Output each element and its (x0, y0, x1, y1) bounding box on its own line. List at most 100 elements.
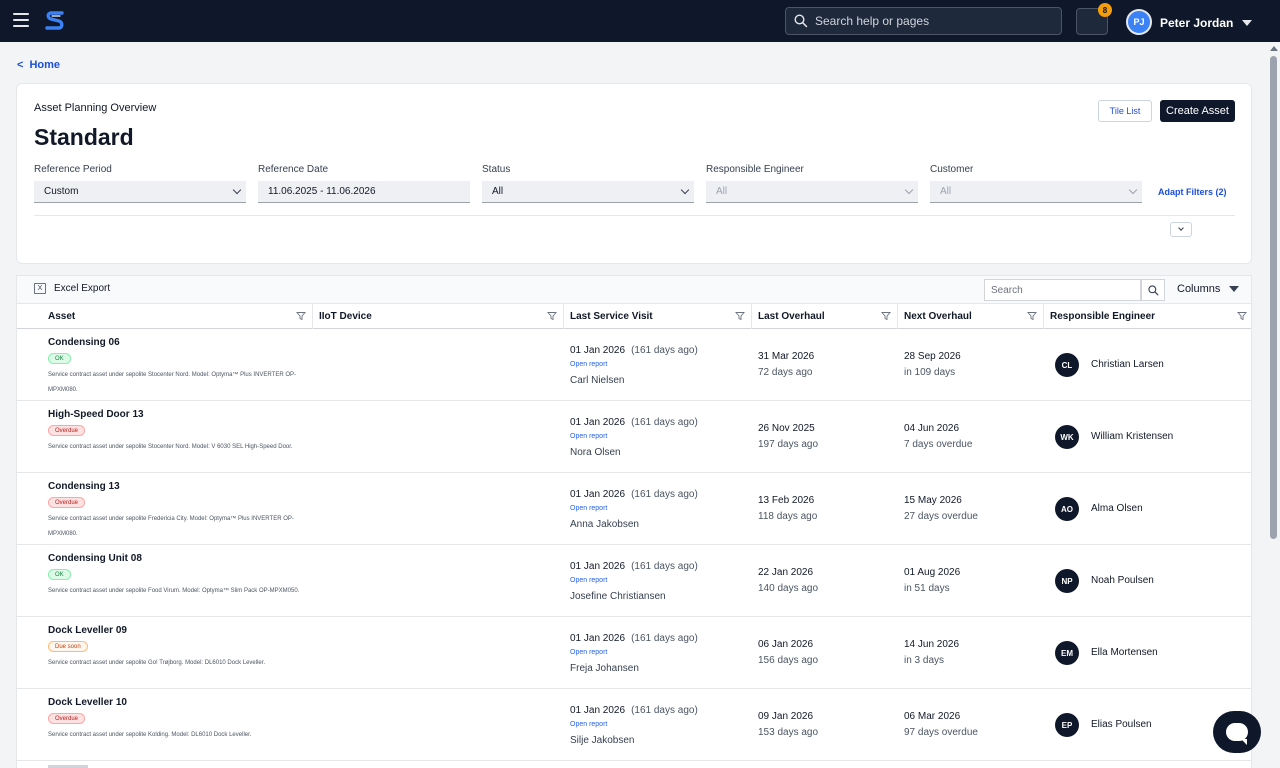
next-overhaul-date: 14 Jun 2026 (904, 639, 960, 650)
columns-label: Columns (1177, 283, 1221, 295)
open-report-link[interactable]: Open report (570, 721, 607, 728)
table-header: Asset IIoT Device Last Service Visit Las… (17, 304, 1251, 329)
service-person: Carl Nielsen (570, 375, 625, 386)
column-header-iiot-device[interactable]: IIoT Device (313, 304, 564, 329)
chevron-left-icon: < (17, 59, 24, 71)
column-header-next-overhaul[interactable]: Next Overhaul (898, 304, 1044, 329)
column-header-last-service-visit[interactable]: Last Service Visit (564, 304, 752, 329)
table-row[interactable]: Condensing 13 Overdue Service contract a… (17, 473, 1251, 545)
scroll-up-arrow-icon[interactable] (1270, 46, 1278, 51)
asset-name[interactable]: Condensing 13 (48, 481, 120, 492)
asset-name[interactable]: High-Speed Door 13 (48, 409, 144, 420)
filter-funnel-icon[interactable] (547, 311, 557, 321)
notification-count-badge: 8 (1098, 3, 1112, 17)
last-service-date: 01 Jan 2026 (161 days ago) (570, 705, 698, 716)
tile-list-button[interactable]: Tile List (1098, 100, 1152, 122)
engineer-name: Elias Poulsen (1091, 719, 1152, 730)
chat-launcher-button[interactable] (1213, 711, 1261, 753)
table-row[interactable]: Dock Leveller 09 Due soon Service contra… (17, 617, 1251, 689)
status-select[interactable]: All (482, 181, 694, 203)
filter-funnel-icon[interactable] (735, 311, 745, 321)
table-search-input[interactable] (984, 279, 1141, 301)
column-header-last-overhaul[interactable]: Last Overhaul (752, 304, 898, 329)
status-badge: Overdue (48, 713, 86, 724)
next-overhaul-date: 15 May 2026 (904, 495, 962, 506)
expand-filters-button[interactable] (1170, 222, 1192, 237)
filter-funnel-icon[interactable] (296, 311, 306, 321)
app-logo-icon[interactable] (43, 9, 67, 33)
last-overhaul-relative: 153 days ago (758, 727, 819, 738)
last-service-date: 01 Jan 2026 (161 days ago) (570, 561, 698, 572)
breadcrumb-label: Home (29, 59, 60, 71)
filter-value: All (940, 186, 952, 197)
filter-funnel-icon[interactable] (1027, 311, 1037, 321)
page-title: Standard (34, 124, 134, 150)
last-overhaul-date: 26 Nov 2025 (758, 423, 815, 434)
last-overhaul-relative: 156 days ago (758, 655, 819, 666)
table-row[interactable]: Dock Leveller 10 Overdue Service contrac… (17, 689, 1251, 761)
scrollbar-thumb[interactable] (1270, 56, 1277, 539)
status-badge: OK (48, 353, 71, 364)
asset-name[interactable]: Condensing 06 (48, 337, 120, 348)
engineer-name: Christian Larsen (1091, 359, 1164, 370)
customer-select[interactable]: All (930, 181, 1142, 203)
reference-period-select[interactable]: Custom (34, 181, 246, 203)
table-search-button[interactable] (1141, 279, 1165, 301)
chat-bubble-icon (1226, 723, 1248, 745)
next-overhaul-relative: in 3 days (904, 655, 945, 666)
column-header-responsible-engineer[interactable]: Responsible Engineer (1044, 304, 1251, 329)
filter-label: Reference Date (258, 164, 329, 175)
last-overhaul-date: 09 Jan 2026 (758, 711, 814, 722)
chevron-down-icon (1242, 20, 1253, 26)
last-overhaul-relative: 140 days ago (758, 583, 819, 594)
search-icon (794, 14, 808, 28)
asset-name[interactable]: Dock Leveller 09 (48, 625, 127, 636)
breadcrumb-home[interactable]: < Home (17, 59, 60, 71)
table-row-partial (17, 761, 1251, 768)
open-report-link[interactable]: Open report (570, 577, 607, 584)
asset-description: Service contract asset under sepolite St… (48, 444, 293, 450)
next-overhaul-relative: 27 days overdue (904, 511, 978, 522)
column-header-asset[interactable]: Asset (42, 304, 313, 329)
engineer-avatar: CL (1055, 353, 1079, 377)
responsible-engineer-select[interactable]: All (706, 181, 918, 203)
open-report-link[interactable]: Open report (570, 505, 607, 512)
user-menu[interactable]: PJ Peter Jordan (1126, 9, 1253, 35)
column-label: Next Overhaul (904, 311, 972, 322)
open-report-link[interactable]: Open report (570, 361, 607, 368)
table-toolbar: X Excel Export Columns (17, 276, 1251, 304)
engineer-avatar: EM (1055, 641, 1079, 665)
last-overhaul-relative: 197 days ago (758, 439, 819, 450)
columns-button[interactable]: Columns (1177, 283, 1240, 295)
service-person: Nora Olsen (570, 447, 621, 458)
column-label: Last Overhaul (758, 311, 825, 322)
filter-label: Customer (930, 164, 974, 175)
table-row[interactable]: High-Speed Door 13 Overdue Service contr… (17, 401, 1251, 473)
excel-export-button[interactable]: X Excel Export (34, 283, 110, 294)
open-report-link[interactable]: Open report (570, 433, 607, 440)
chevron-down-icon (1178, 225, 1184, 231)
filter-responsible-engineer: Responsible Engineer All (706, 164, 918, 203)
reference-date-input[interactable]: 11.06.2025 - 11.06.2026 (258, 181, 470, 203)
create-asset-button[interactable]: Create Asset (1160, 100, 1235, 122)
filter-funnel-icon[interactable] (881, 311, 891, 321)
global-search-box[interactable] (785, 7, 1062, 35)
filter-value: All (492, 186, 504, 197)
filter-label: Reference Period (34, 164, 112, 175)
asset-description: Service contract asset under sepolite Go… (48, 660, 266, 666)
open-report-link[interactable]: Open report (570, 649, 607, 656)
table-row[interactable]: Condensing 06 OK Service contract asset … (17, 329, 1251, 401)
asset-name[interactable]: Dock Leveller 10 (48, 697, 127, 708)
engineer-avatar: WK (1055, 425, 1079, 449)
asset-name[interactable]: Condensing Unit 08 (48, 553, 142, 564)
chevron-down-icon (232, 185, 242, 195)
filter-funnel-icon[interactable] (1237, 311, 1247, 321)
search-icon (1147, 284, 1158, 295)
adapt-filters-link[interactable]: Adapt Filters (2) (1158, 187, 1227, 197)
last-overhaul-date: 22 Jan 2026 (758, 567, 814, 578)
global-search-input[interactable] (815, 14, 1055, 28)
table-row[interactable]: Condensing Unit 08 OK Service contract a… (17, 545, 1251, 617)
engineer-avatar: EP (1055, 713, 1079, 737)
top-navigation-bar: 8 PJ Peter Jordan (0, 0, 1280, 42)
hamburger-menu-icon[interactable] (13, 13, 29, 27)
